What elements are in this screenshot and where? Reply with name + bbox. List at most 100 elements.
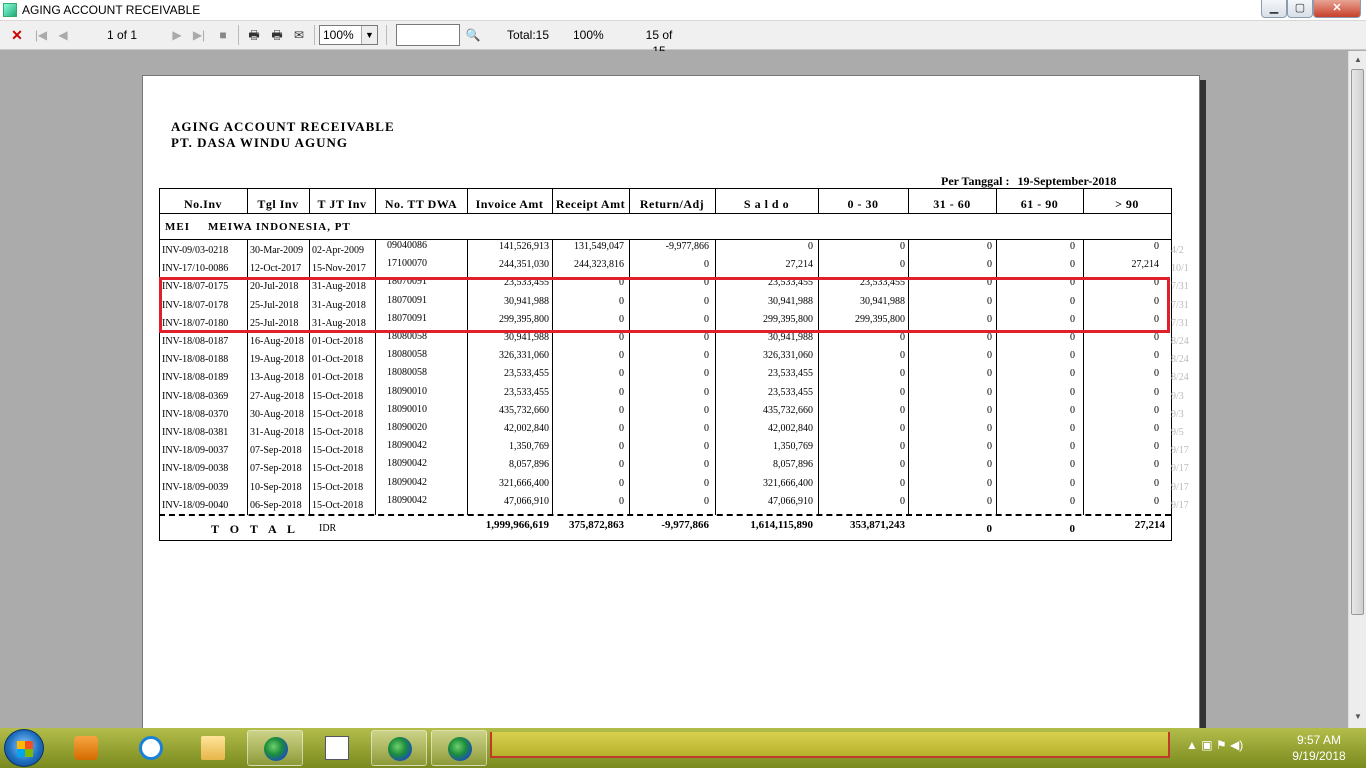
aging-31-60: 0 [987, 495, 992, 507]
total-0-30: 353,871,243 [850, 519, 905, 531]
scroll-thumb[interactable] [1351, 69, 1364, 615]
header-31-60: 31 - 60 [933, 197, 971, 211]
aging-31-60: 0 [987, 441, 992, 453]
highlight-box [159, 277, 1170, 333]
header-over-90: > 90 [1115, 197, 1139, 211]
taskbar-internet-explorer[interactable] [123, 730, 179, 766]
taskbar-app-1[interactable] [247, 730, 303, 766]
aging-over-90: 0 [1154, 477, 1159, 489]
chevron-down-icon[interactable]: ▼ [361, 26, 377, 44]
taskbar-media-player[interactable] [58, 730, 114, 766]
close-report-button[interactable]: ✕ [10, 27, 24, 43]
aging-over-90: 0 [1154, 368, 1159, 380]
taskbar-odf-document[interactable] [309, 730, 365, 766]
saldo-amount: 1,350,769 [773, 441, 813, 453]
saldo-amount: 47,066,910 [768, 495, 813, 507]
aging-0-30: 0 [900, 386, 905, 398]
total-receipt-amt: 375,872,863 [569, 519, 624, 531]
odf-document-icon [325, 736, 349, 760]
invoice-amount: 1,350,769 [509, 441, 549, 453]
aging-31-60: 0 [987, 368, 992, 380]
customer-name: MEIWA INDONESIA, PT [208, 221, 351, 233]
invoice-amount: 244,351,030 [499, 259, 549, 271]
taskbar-app-2[interactable] [371, 730, 427, 766]
aging-61-90: 0 [1070, 477, 1075, 489]
tt-dwa-number: 18090042 [387, 440, 427, 452]
table-top-border [159, 188, 1171, 189]
clock-date: 9/19/2018 [1292, 749, 1346, 763]
close-window-button[interactable]: ✕ [1313, 0, 1361, 18]
taskbar-decoration [490, 732, 1170, 758]
aging-61-90: 0 [1070, 368, 1075, 380]
maximize-icon: ▢ [1294, 2, 1306, 14]
overflow-text: 9/5 [1171, 427, 1184, 438]
invoice-number: INV-09/03-0218 [162, 245, 229, 256]
stop-button[interactable]: ■ [216, 27, 230, 43]
saldo-amount: 326,331,060 [763, 350, 813, 362]
header-no-inv: No.Inv [183, 197, 222, 211]
report-company: PT. DASA WINDU AGUNG [171, 135, 348, 150]
aging-31-60: 0 [987, 404, 992, 416]
find-button[interactable]: 🔍 [464, 27, 482, 43]
aging-61-90: 0 [1070, 350, 1075, 362]
header-receipt-amt: Receipt Amt [555, 197, 626, 211]
taskbar: ▲ ▣ ⚑ ◀) 9:57 AM 9/19/2018 [0, 728, 1366, 768]
receipt-amount: 0 [619, 350, 624, 362]
previous-page-button[interactable]: ◀ [56, 27, 70, 43]
maximize-button[interactable]: ▢ [1287, 0, 1313, 18]
invoice-number: INV-18/08-0381 [162, 427, 229, 438]
overflow-text: 8/24 [1171, 372, 1189, 384]
first-page-button[interactable]: |◀ [34, 27, 48, 43]
print-button[interactable]: 🖶 [245, 27, 263, 43]
header-tgl-inv: Tgl Inv [257, 197, 299, 211]
taskbar-clock[interactable]: 9:57 AM 9/19/2018 [1284, 732, 1354, 764]
report-viewer-canvas: AGING ACCOUNT RECEIVABLE PT. DASA WINDU … [0, 51, 1348, 728]
overflow-text: 7/31 [1171, 281, 1189, 293]
tt-dwa-number: 18090042 [387, 476, 427, 488]
invoice-amount: 8,057,896 [509, 459, 549, 471]
overflow-text: 9/3 [1171, 390, 1184, 402]
aging-0-30: 0 [900, 350, 905, 362]
taskbar-file-explorer[interactable] [185, 730, 241, 766]
customer-code: MEI [165, 221, 190, 233]
aging-61-90: 0 [1070, 404, 1075, 416]
overflow-text: 9/17 [1171, 463, 1189, 475]
zoom-select[interactable]: 100% ▼ [319, 25, 378, 45]
tt-dwa-number: 18090010 [387, 403, 427, 415]
tt-dwa-number: 18090042 [387, 494, 427, 506]
search-input[interactable] [396, 24, 460, 46]
invoice-date: 10-Sep-2018 [250, 481, 302, 493]
print-setup-button[interactable]: 🖶 [268, 27, 286, 43]
overflow-text: 10/1 [1171, 263, 1189, 275]
aging-61-90: 0 [1070, 259, 1075, 271]
invoice-amount: 141,526,913 [499, 241, 549, 252]
receipt-amount: 0 [619, 423, 624, 434]
next-page-button[interactable]: ▶ [170, 27, 184, 43]
system-tray-icons[interactable]: ▲ ▣ ⚑ ◀) [1186, 738, 1243, 752]
scroll-up-icon[interactable]: ▲ [1352, 55, 1364, 67]
receipt-amount: 131,549,047 [574, 241, 624, 252]
saldo-amount: 42,002,840 [768, 423, 813, 434]
invoice-amount: 321,666,400 [499, 477, 549, 489]
aging-61-90: 0 [1070, 241, 1075, 252]
export-button[interactable]: ✉ [290, 27, 308, 43]
last-page-button[interactable]: ▶| [192, 27, 206, 43]
table-row: INV-18/09-0040 06-Sep-2018 15-Oct-2018 1809… [159, 495, 1189, 515]
aging-over-90: 0 [1154, 404, 1159, 416]
windows-start-icon[interactable] [4, 729, 44, 767]
saldo-amount: 0 [808, 241, 813, 252]
invoice-number: INV-17/10-0086 [162, 263, 229, 275]
invoice-date: 12-Oct-2017 [250, 263, 302, 275]
total-over-90: 27,214 [1134, 519, 1165, 531]
scroll-down-icon[interactable]: ▼ [1352, 712, 1364, 724]
taskbar-app-3[interactable] [431, 730, 487, 766]
minimize-button[interactable]: ▁ [1261, 0, 1287, 18]
invoice-date: 27-Aug-2018 [250, 390, 304, 402]
vertical-scrollbar[interactable]: ▲ ▼ [1348, 51, 1366, 728]
return-adj-amount: 0 [704, 495, 709, 507]
aging-61-90: 0 [1070, 441, 1075, 453]
aging-61-90: 0 [1070, 423, 1075, 434]
overflow-text: 8/24 [1171, 354, 1189, 366]
total-records-label: Total:15 [506, 28, 550, 42]
due-date: 02-Apr-2009 [312, 245, 365, 256]
